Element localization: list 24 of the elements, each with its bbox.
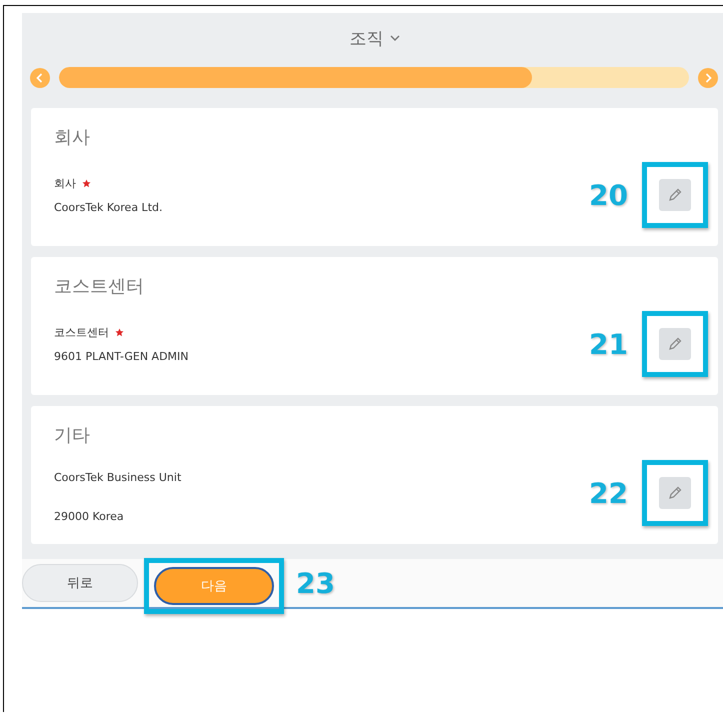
callout-number: 22 xyxy=(589,476,628,510)
field-value: CoorsTek Business Unit xyxy=(54,471,182,484)
edit-button[interactable] xyxy=(659,477,691,509)
card-title: 기타 xyxy=(54,424,91,448)
callout-number: 23 xyxy=(296,566,335,600)
section-title[interactable]: 조직 xyxy=(350,26,384,50)
chevron-right-icon[interactable] xyxy=(698,68,718,88)
card-title: 회사 xyxy=(54,126,91,150)
chevron-down-icon[interactable] xyxy=(390,35,400,41)
field-value: 9601 PLANT-GEN ADMIN xyxy=(54,350,190,363)
field-label: 코스트센터 xyxy=(54,325,109,340)
edit-button[interactable] xyxy=(659,328,691,360)
card-title: 코스트센터 xyxy=(54,275,145,299)
callout-number: 20 xyxy=(589,178,628,212)
pencil-icon xyxy=(667,336,683,352)
field-value: 29000 Korea xyxy=(54,510,125,523)
chevron-left-icon[interactable] xyxy=(30,68,50,88)
edit-button[interactable] xyxy=(659,179,691,211)
callout-number: 21 xyxy=(589,328,628,360)
pencil-icon xyxy=(667,187,683,203)
field-label: 회사 xyxy=(54,176,76,191)
field-value: CoorsTek Korea Ltd. xyxy=(54,201,164,214)
pencil-icon xyxy=(667,485,683,501)
back-button[interactable]: 뒤로 xyxy=(22,564,138,602)
